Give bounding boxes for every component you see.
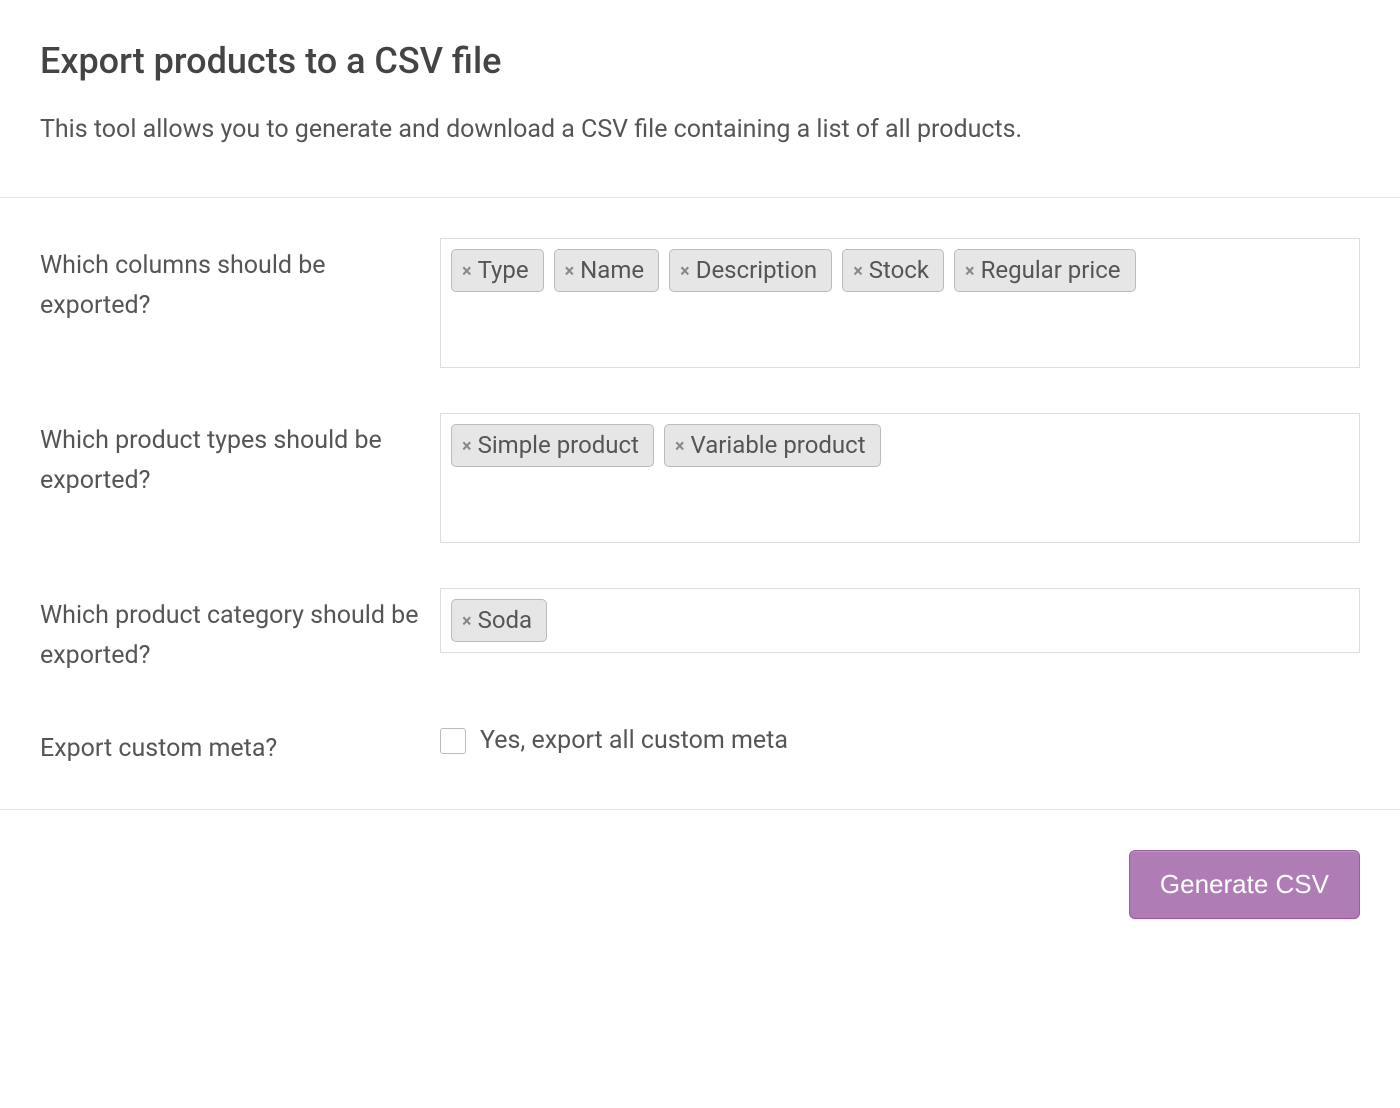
tag-regular-price[interactable]: × Regular price: [954, 249, 1136, 292]
tag-description[interactable]: × Description: [669, 249, 832, 292]
remove-icon[interactable]: ×: [462, 611, 472, 631]
remove-icon[interactable]: ×: [565, 261, 575, 281]
remove-icon[interactable]: ×: [853, 261, 863, 281]
tag-label: Type: [478, 255, 529, 286]
tag-label: Variable product: [691, 430, 866, 461]
row-columns: Which columns should be exported? × Type…: [40, 238, 1360, 368]
label-types: Which product types should be exported?: [40, 413, 440, 501]
tag-simple-product[interactable]: × Simple product: [451, 424, 654, 467]
tag-soda[interactable]: × Soda: [451, 599, 547, 642]
row-types: Which product types should be exported? …: [40, 413, 1360, 543]
meta-checkbox-label: Yes, export all custom meta: [480, 726, 788, 755]
tag-name[interactable]: × Name: [554, 249, 660, 292]
types-tag-input[interactable]: × Simple product × Variable product: [440, 413, 1360, 543]
tag-variable-product[interactable]: × Variable product: [664, 424, 881, 467]
category-tag-input[interactable]: × Soda: [440, 588, 1360, 653]
remove-icon[interactable]: ×: [462, 261, 472, 281]
tag-stock[interactable]: × Stock: [842, 249, 944, 292]
remove-icon[interactable]: ×: [680, 261, 690, 281]
tag-label: Name: [580, 255, 644, 286]
remove-icon[interactable]: ×: [675, 436, 685, 456]
columns-tag-input[interactable]: × Type × Name × Description × Stock ×: [440, 238, 1360, 368]
tag-label: Regular price: [981, 255, 1121, 286]
row-meta: Export custom meta? Yes, export all cust…: [40, 721, 1360, 769]
tag-label: Soda: [478, 605, 533, 636]
remove-icon[interactable]: ×: [462, 436, 472, 456]
meta-checkbox[interactable]: [440, 728, 466, 754]
label-category: Which product category should be exporte…: [40, 588, 440, 676]
label-meta: Export custom meta?: [40, 721, 440, 769]
tag-label: Stock: [869, 255, 929, 286]
row-category: Which product category should be exporte…: [40, 588, 1360, 676]
label-columns: Which columns should be exported?: [40, 238, 440, 326]
tag-label: Description: [696, 255, 818, 286]
tag-label: Simple product: [478, 430, 639, 461]
tag-type[interactable]: × Type: [451, 249, 544, 292]
remove-icon[interactable]: ×: [965, 261, 975, 281]
page-title: Export products to a CSV file: [40, 40, 1360, 82]
page-description: This tool allows you to generate and dow…: [40, 112, 1360, 147]
generate-csv-button[interactable]: Generate CSV: [1129, 850, 1360, 919]
